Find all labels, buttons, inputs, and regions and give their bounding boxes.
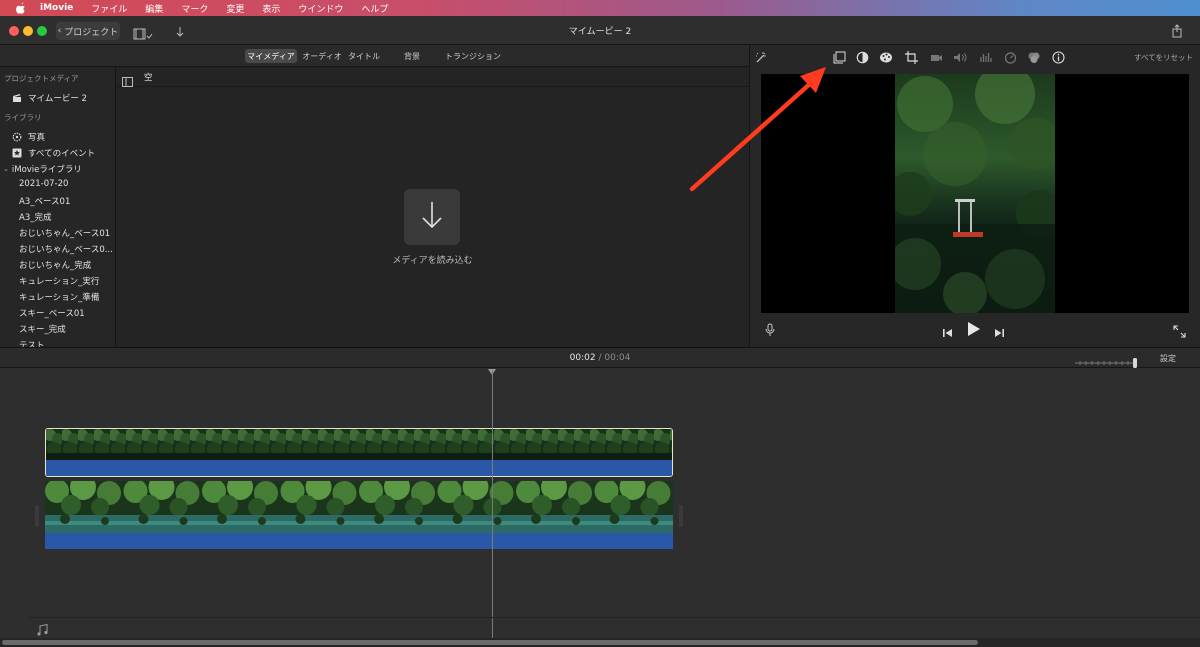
menu-file[interactable]: ファイル <box>91 2 127 15</box>
share-icon[interactable] <box>1171 23 1183 38</box>
skip-back-icon[interactable] <box>942 324 954 337</box>
crop-to-fill-icon[interactable] <box>832 50 846 64</box>
clip-filmstrip <box>46 429 672 460</box>
noise-reduction-icon <box>978 50 992 64</box>
event-item[interactable]: おじいちゃん_ベース0... <box>19 243 113 255</box>
timeline-clip[interactable] <box>45 481 673 549</box>
event-item[interactable]: スキー_ベース01 <box>19 307 85 319</box>
browser-tab-bar: マイメディア オーディオ タイトル 背景 トランジション <box>0 45 749 67</box>
sidebar-item-label: マイムービー 2 <box>28 94 87 104</box>
timecode-display: 00:02 / 00:04 <box>0 353 1200 363</box>
tab-my-media[interactable]: マイメディア <box>245 49 297 63</box>
sidebar-toggle-icon[interactable] <box>122 72 133 87</box>
event-item[interactable]: スキー_完成 <box>19 323 66 335</box>
apple-icon[interactable] <box>14 2 28 14</box>
color-balance-icon[interactable] <box>855 50 869 64</box>
background-music-well[interactable] <box>28 617 1200 637</box>
clip-left-trim-handle[interactable] <box>35 505 39 527</box>
clip-right-trim-handle[interactable] <box>679 505 683 527</box>
media-browser-header: 空 <box>116 67 749 87</box>
title-bar: ‹ プロジェクト マイムービー 2 <box>0 16 1200 45</box>
chevron-down-icon: ⌄ <box>3 165 9 173</box>
tab-transitions[interactable]: トランジション <box>442 49 504 63</box>
photos-flower-icon <box>12 132 22 142</box>
menu-edit[interactable]: 編集 <box>145 2 163 15</box>
viewer-pane: すべてをリセット <box>750 45 1200 347</box>
music-note-icon <box>36 621 48 636</box>
clip-audio-waveform <box>45 533 673 549</box>
event-item[interactable]: A3_ベース01 <box>19 195 70 207</box>
timeline-area[interactable] <box>0 368 1200 647</box>
library-sidebar: プロジェクトメディア マイムービー 2 ライブラリ 写真 すべてのイベント ⌄ … <box>0 67 115 347</box>
color-correction-icon[interactable] <box>879 50 893 64</box>
clip-filter-icon <box>1027 50 1041 64</box>
event-item[interactable]: キュレーション_実行 <box>19 275 99 287</box>
total-duration: 00:04 <box>604 353 631 363</box>
menu-app-name[interactable]: iMovie <box>40 3 73 13</box>
playhead[interactable] <box>492 370 493 638</box>
sidebar-item-project[interactable]: マイムービー 2 <box>12 92 87 104</box>
event-item[interactable]: おじいちゃん_完成 <box>19 259 91 271</box>
clip-filmstrip <box>45 481 673 533</box>
info-icon[interactable] <box>1051 50 1065 64</box>
event-item[interactable]: テスト <box>19 339 45 347</box>
magic-wand-icon[interactable] <box>753 50 767 64</box>
event-item[interactable]: A3_完成 <box>19 211 51 223</box>
stabilization-icon <box>929 50 943 64</box>
tab-backgrounds[interactable]: 背景 <box>400 49 424 63</box>
tab-audio[interactable]: オーディオ <box>300 49 344 63</box>
time-separator: / <box>598 353 602 363</box>
sidebar-item-photos[interactable]: 写真 <box>12 131 45 143</box>
clapperboard-icon <box>12 93 22 103</box>
menu-modify[interactable]: 変更 <box>226 2 244 15</box>
media-browser: 空 メディアを読み込む <box>116 67 749 347</box>
reset-all-button[interactable]: すべてをリセット <box>1134 52 1193 63</box>
project-media-header: プロジェクトメディア <box>4 74 79 83</box>
zoom-slider[interactable] <box>1074 353 1140 368</box>
menu-help[interactable]: ヘルプ <box>361 2 388 15</box>
speed-icon <box>1003 50 1017 64</box>
event-item[interactable]: おじいちゃん_ベース01 <box>19 227 110 239</box>
window-title: マイムービー 2 <box>568 27 632 37</box>
microphone-icon[interactable] <box>764 322 776 336</box>
timeline-toolbar: 00:02 / 00:04 設定 <box>0 347 1200 368</box>
star-event-icon <box>12 148 22 158</box>
current-time: 00:02 <box>569 353 596 363</box>
sidebar-item-label: iMovieライブラリ <box>11 165 82 175</box>
horizontal-scrollbar[interactable] <box>0 638 1200 647</box>
sidebar-item-library[interactable]: ⌄ iMovieライブラリ <box>3 163 82 175</box>
fullscreen-icon[interactable] <box>1173 323 1186 338</box>
play-icon[interactable] <box>966 321 982 337</box>
menu-view[interactable]: 表示 <box>262 2 280 15</box>
volume-icon <box>953 50 967 64</box>
menu-bar: iMovie ファイル 編集 マーク 変更 表示 ウインドウ ヘルプ <box>0 0 1200 16</box>
import-media-button[interactable] <box>404 189 460 245</box>
clip-audio-waveform <box>46 460 672 476</box>
import-media-label: メディアを読み込む <box>392 256 473 266</box>
skip-forward-icon[interactable] <box>993 324 1005 337</box>
timeline-settings-button[interactable]: 設定 <box>1160 353 1176 364</box>
download-arrow-icon <box>419 199 445 235</box>
media-filter-label[interactable]: 空 <box>144 71 153 83</box>
library-header: ライブラリ <box>4 113 42 122</box>
scrollbar-thumb[interactable] <box>2 640 978 645</box>
sidebar-item-label: すべてのイベント <box>28 149 96 159</box>
crop-icon[interactable] <box>904 50 918 64</box>
preview-image <box>895 74 1055 313</box>
sidebar-item-label: 写真 <box>28 133 46 143</box>
event-item[interactable]: 2021-07-20 <box>19 179 68 189</box>
menu-window[interactable]: ウインドウ <box>298 2 343 15</box>
video-preview[interactable] <box>761 74 1189 313</box>
tab-titles[interactable]: タイトル <box>346 49 382 63</box>
event-item[interactable]: キュレーション_準備 <box>19 291 99 303</box>
timeline-clip-selected[interactable] <box>45 428 673 477</box>
sidebar-item-all-events[interactable]: すべてのイベント <box>12 147 95 159</box>
menu-mark[interactable]: マーク <box>181 2 208 15</box>
